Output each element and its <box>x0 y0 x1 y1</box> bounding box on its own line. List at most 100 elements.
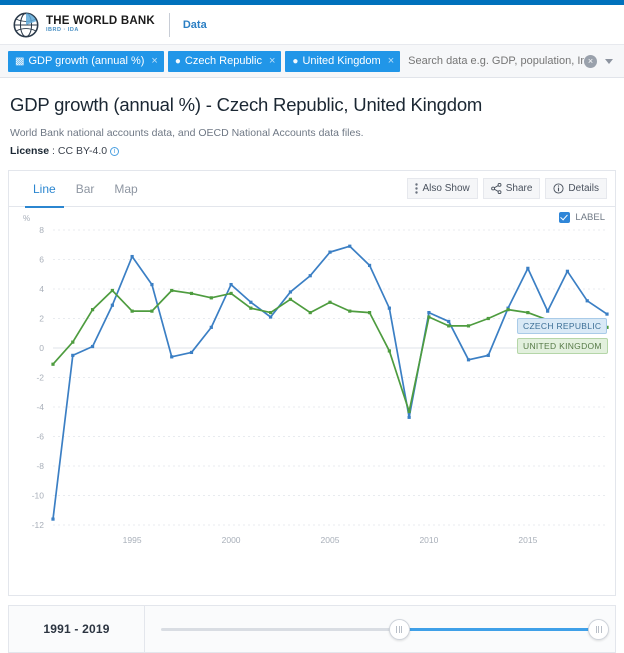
series-line-czech-republic <box>52 245 608 520</box>
data-point-marker <box>427 311 431 315</box>
details-button[interactable]: Details <box>545 178 607 199</box>
slider-handle-start[interactable] <box>388 619 410 640</box>
data-point-marker <box>150 282 154 287</box>
x-axis-tick-label: 2005 <box>321 535 340 545</box>
kebab-menu-icon <box>415 183 419 194</box>
source-note: World Bank national accounts data, and O… <box>10 127 364 139</box>
grip-line <box>396 626 398 633</box>
data-point-marker <box>466 358 471 362</box>
year-range-footer: 1991 - 2019 <box>8 605 616 653</box>
data-point-marker <box>308 274 312 278</box>
data-point-marker <box>130 309 134 313</box>
data-point-marker <box>407 415 411 419</box>
y-axis-tick-label: -6 <box>36 432 44 442</box>
token-label: United Kingdom <box>302 55 381 67</box>
series-label-czech-republic[interactable]: CZECH REPUBLIC <box>517 318 608 334</box>
grip-line <box>600 626 602 633</box>
x-axis-tick-label: 2015 <box>518 535 537 545</box>
data-point-marker <box>269 311 273 315</box>
y-axis-tick-label: 0 <box>39 343 44 353</box>
license-value[interactable]: CC BY-4.0 <box>58 145 107 157</box>
license-label: License <box>10 145 50 157</box>
y-axis-tick-label: 4 <box>39 284 44 294</box>
chevron-down-icon[interactable] <box>605 58 613 64</box>
data-point-marker <box>51 517 55 521</box>
data-point-marker <box>348 244 352 248</box>
data-point-marker <box>367 311 372 315</box>
details-label: Details <box>568 183 599 194</box>
token-label: GDP growth (annual %) <box>28 55 145 67</box>
share-button[interactable]: Share <box>482 178 541 199</box>
chart-card: Line Bar Map Also Show Share Details % L… <box>8 170 616 596</box>
data-point-marker <box>348 309 352 313</box>
x-axis-tick-label: 2000 <box>222 535 241 545</box>
bar-chart-icon: ▩ <box>15 55 25 67</box>
token-country-uk[interactable]: ● United Kingdom × <box>285 50 401 72</box>
x-axis-tick-label: 1995 <box>123 535 142 545</box>
data-point-marker <box>526 311 530 315</box>
data-point-marker <box>466 324 471 328</box>
data-point-marker <box>447 324 451 328</box>
data-point-marker <box>150 309 154 313</box>
world-bank-globe-icon <box>13 12 39 37</box>
data-point-marker <box>565 269 570 273</box>
tab-bar[interactable]: Bar <box>66 171 105 207</box>
slider-track-fill <box>398 628 599 631</box>
data-point-marker <box>328 300 332 304</box>
token-remove-icon[interactable]: × <box>269 55 275 67</box>
data-point-marker <box>249 306 253 310</box>
data-point-marker <box>189 291 194 296</box>
year-range-label: 1991 - 2019 <box>43 622 110 636</box>
page-title: GDP growth (annual %) - Czech Republic, … <box>10 94 483 115</box>
data-point-marker <box>546 309 550 313</box>
grip-line <box>401 626 403 633</box>
brand-text: THE WORLD BANK IBRD · IDA <box>46 15 155 34</box>
data-point-marker <box>130 254 134 259</box>
chart-tabs-row: Line Bar Map Also Show Share Details <box>9 171 615 208</box>
license-line: License : CC BY-4.0 i <box>10 145 614 157</box>
data-point-marker <box>71 353 75 357</box>
grip-line <box>398 626 400 633</box>
search-field-wrap: × <box>404 50 616 72</box>
search-input[interactable] <box>404 50 584 72</box>
search-token-bar: ▩ GDP growth (annual %) × ● Czech Republ… <box>0 45 624 78</box>
also-show-button[interactable]: Also Show <box>407 178 478 199</box>
data-point-marker <box>90 308 95 312</box>
y-axis-tick-label: 6 <box>39 255 44 265</box>
data-point-marker <box>308 311 312 315</box>
token-country-czech[interactable]: ● Czech Republic × <box>167 50 282 72</box>
y-axis-tick-label: -8 <box>36 461 44 471</box>
data-point-marker <box>71 340 75 344</box>
data-point-marker <box>387 349 391 353</box>
data-point-marker <box>486 316 490 321</box>
data-point-marker <box>447 319 451 324</box>
data-point-marker <box>407 409 411 414</box>
token-indicator[interactable]: ▩ GDP growth (annual %) × <box>8 50 164 72</box>
brand-subtitle: IBRD · IDA <box>46 27 79 33</box>
y-axis-tick-label: -10 <box>32 491 45 501</box>
brand-bar: THE WORLD BANK IBRD · IDA Data <box>0 5 624 45</box>
token-remove-icon[interactable]: × <box>151 55 157 67</box>
token-remove-icon[interactable]: × <box>388 55 394 67</box>
slider-handle-end[interactable] <box>588 619 609 640</box>
data-point-marker <box>605 312 609 316</box>
data-point-marker <box>90 344 95 349</box>
share-icon <box>490 183 502 194</box>
clear-search-icon[interactable]: × <box>584 54 597 68</box>
data-point-marker <box>209 325 213 329</box>
tab-map[interactable]: Map <box>104 171 147 207</box>
data-point-marker <box>585 299 589 303</box>
nav-link-data[interactable]: Data <box>183 19 207 31</box>
line-chart-plot[interactable]: 8 6 4 2 0 -2 -4 -6 -8 -10 -12 1995 2000 2005 2010 2015 <box>9 207 615 596</box>
grip-line <box>598 626 599 633</box>
grip-line <box>595 626 597 633</box>
data-point-marker <box>170 355 174 359</box>
series-label-united-kingdom[interactable]: UNITED KINGDOM <box>517 338 608 354</box>
year-range-slider[interactable] <box>145 605 615 653</box>
info-icon[interactable]: i <box>110 147 120 156</box>
data-point-marker <box>229 291 233 296</box>
location-pin-icon: ● <box>174 55 181 67</box>
data-point-marker <box>526 266 530 270</box>
tab-line[interactable]: Line <box>23 171 66 208</box>
data-point-marker <box>288 297 293 301</box>
